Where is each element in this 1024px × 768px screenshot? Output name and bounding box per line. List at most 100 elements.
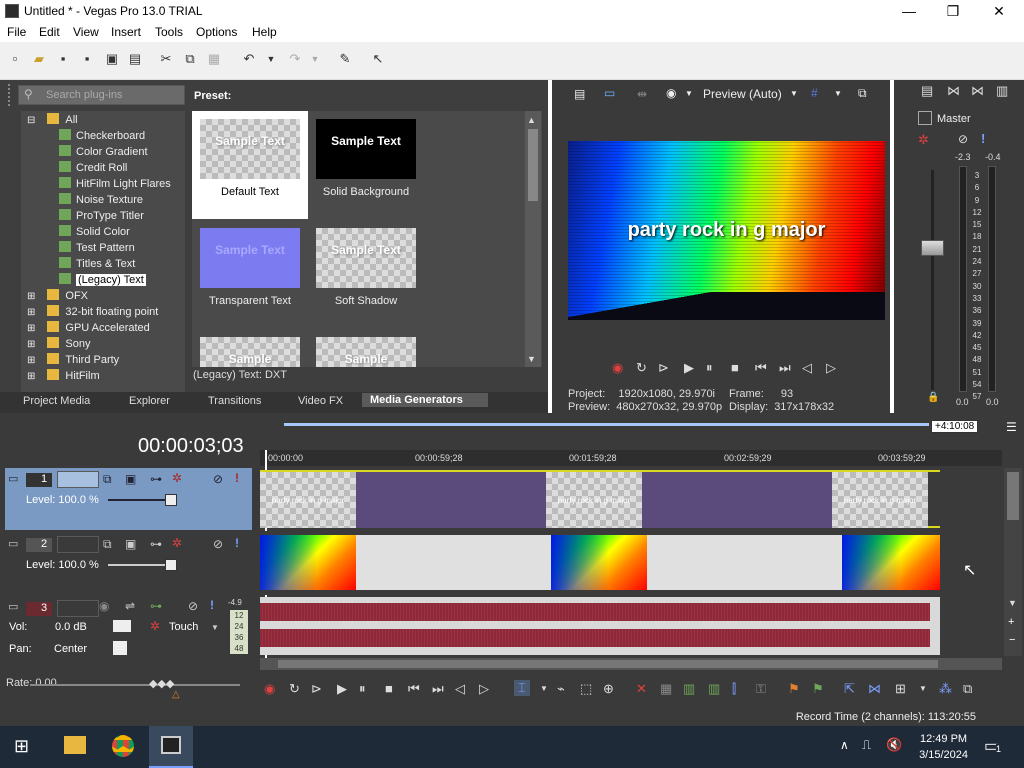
undo-icon[interactable]: ↶ (240, 50, 258, 68)
gradient-event[interactable] (551, 535, 647, 590)
tree-plugin[interactable]: (Legacy) Text (59, 273, 146, 286)
expand-icon[interactable]: ⊞ (27, 323, 35, 334)
tree-plugin[interactable]: Checkerboard (59, 129, 145, 142)
scroll-down-icon[interactable]: ▼ (527, 354, 536, 364)
timeline-overview-bar[interactable] (284, 423, 929, 426)
timeline-menu-icon[interactable]: ☰ (1006, 420, 1017, 434)
tree-plugin[interactable]: Test Pattern (59, 241, 135, 254)
ripple-dropdown-icon[interactable]: ▼ (919, 684, 927, 693)
zoom-out-icon[interactable]: − (1009, 634, 1015, 646)
track-composite-icon[interactable]: ▣ (125, 537, 136, 551)
copy-snapshot-icon[interactable]: ⧉ (858, 86, 867, 101)
copy-icon[interactable]: ⧉ (181, 50, 199, 68)
rate-reset-icon[interactable]: △ (172, 689, 180, 700)
loop-icon[interactable]: ↻ (636, 360, 647, 376)
overlay-dropdown-icon[interactable]: ▼ (685, 89, 693, 98)
external-monitor-icon[interactable]: ▭ (604, 86, 615, 100)
downmix-icon[interactable]: ⋈ (947, 83, 960, 99)
menu-options[interactable]: Options (196, 25, 237, 39)
grid-icon[interactable]: # (811, 86, 818, 100)
purple-event[interactable] (642, 472, 832, 528)
automation-mode[interactable]: Touch (169, 621, 198, 633)
level-slider-handle[interactable] (165, 494, 177, 506)
solo-icon[interactable]: ! (981, 131, 985, 146)
stop-icon[interactable]: ■ (385, 681, 393, 696)
save-icon[interactable]: ▪ (54, 50, 72, 68)
render-icon[interactable]: ▣ (103, 50, 121, 68)
tree-plugin[interactable]: Noise Texture (59, 193, 143, 206)
automation-icon[interactable]: ✲ (150, 619, 160, 633)
network-icon[interactable]: ⎍ (862, 737, 871, 753)
timeline-ruler[interactable]: 00:00:00 00:00:59;28 00:01:59;28 00:02:5… (260, 450, 1002, 466)
preview-properties-icon[interactable]: ▤ (574, 87, 585, 101)
track-solo-icon[interactable]: ! (235, 471, 239, 485)
trim-end-icon[interactable]: ▥ (708, 681, 720, 697)
open-folder-icon[interactable]: ▰ (30, 50, 48, 68)
tree-plugin[interactable]: Titles & Text (59, 257, 135, 270)
preset-item[interactable]: Sample Text Soft Shadow (308, 220, 424, 328)
track-fx-icon[interactable]: ✲ (172, 536, 182, 550)
tab-project-media[interactable]: Project Media (23, 395, 90, 407)
rate-slider[interactable] (30, 684, 240, 686)
insert-region-icon[interactable]: ⚑ (812, 681, 824, 697)
next-frame-icon[interactable]: ▷ (826, 360, 836, 376)
track-composite-icon[interactable]: ▣ (125, 472, 136, 486)
track-fx-icon[interactable]: ✲ (172, 471, 182, 485)
ignore-grouping-icon[interactable]: ⧉ (963, 681, 972, 697)
dim-output-icon[interactable]: ⋈ (971, 83, 984, 99)
gradient-event[interactable] (260, 535, 356, 590)
snapping-icon[interactable]: ⇱ (844, 681, 855, 697)
menu-help[interactable]: Help (252, 25, 277, 39)
prev-frame-icon[interactable]: ◁ (455, 681, 465, 697)
track-mute-icon[interactable]: ⊘ (213, 537, 223, 551)
volume-slider-handle[interactable] (113, 620, 131, 632)
tree-folder[interactable]: ⊞ GPU Accelerated (27, 321, 150, 334)
tree-plugin[interactable]: Solid Color (59, 225, 130, 238)
record-icon[interactable]: ◉ (264, 681, 275, 697)
invert-phase-icon[interactable]: ⇌ (125, 599, 135, 613)
expand-icon[interactable]: ⊞ (27, 307, 35, 318)
automation-dropdown-icon[interactable]: ▼ (211, 623, 219, 632)
preset-item[interactable]: Sample Text Default Text (192, 111, 308, 219)
scroll-up-icon[interactable]: ▲ (527, 115, 536, 125)
quality-dropdown-icon[interactable]: ▼ (790, 89, 798, 98)
go-to-end-icon[interactable]: ⏭ (779, 360, 791, 376)
tree-folder[interactable]: ⊟ All (27, 113, 78, 126)
scroll-down-icon[interactable]: ▼ (1008, 598, 1017, 608)
fx-brush-icon[interactable]: ✎ (336, 50, 354, 68)
play-icon[interactable]: ▶ (337, 681, 347, 697)
empty-event[interactable] (356, 535, 551, 590)
preset-item[interactable]: Sample Text Transparent Text (192, 220, 308, 328)
tree-plugin[interactable]: HitFilm Light Flares (59, 177, 171, 190)
bus-fx-icon[interactable]: ✲ (918, 132, 929, 148)
empty-event[interactable] (647, 535, 842, 590)
tab-video-fx[interactable]: Video FX (298, 395, 343, 407)
collapse-icon[interactable]: ⊟ (27, 115, 35, 126)
preset-item[interactable]: Sample Text Solid Background (308, 111, 424, 219)
tab-transitions[interactable]: Transitions (208, 395, 261, 407)
preset-item[interactable]: Sample (192, 329, 308, 367)
prev-frame-icon[interactable]: ◁ (802, 360, 812, 376)
track-header-3[interactable]: ▭ 3 ◉ ⇌ ⊶ ⊘ ! -4.9 12 24 36 48 Vol: 0.0 … (5, 597, 252, 657)
expand-icon[interactable]: ⊞ (27, 291, 35, 302)
timeline-vertical-scrollbar[interactable]: ▼ + − (1004, 468, 1022, 656)
vegas-taskbar-button[interactable] (149, 726, 193, 768)
expand-icon[interactable]: ⊞ (27, 355, 35, 366)
plugin-tree[interactable]: ⊟ All Checkerboard Color Gradient Credit Rol… (21, 111, 185, 393)
tree-folder[interactable]: ⊞ OFX (27, 289, 88, 302)
tree-folder[interactable]: ⊞ 32-bit floating point (27, 305, 158, 318)
track-lane-3[interactable] (260, 597, 940, 655)
track-lane-2[interactable] (260, 531, 940, 595)
menu-view[interactable]: View (73, 25, 99, 39)
lock-envelopes-icon[interactable]: ⁂ (939, 681, 952, 697)
save-as-icon[interactable]: ▪ (78, 50, 96, 68)
track-solo-icon[interactable]: ! (210, 598, 214, 612)
go-to-start-icon[interactable]: ⏮ (755, 360, 767, 376)
redo-icon[interactable]: ↷ (286, 50, 304, 68)
system-clock[interactable]: 12:49 PM 3/15/2024 (919, 731, 968, 763)
tree-folder[interactable]: ⊞ HitFilm (27, 369, 100, 382)
mute-icon[interactable]: ⊘ (958, 132, 968, 146)
preset-scrollbar[interactable]: ▲ ▼ (525, 111, 541, 367)
overlay-icon[interactable]: ◉ (666, 86, 676, 100)
track-lane-1[interactable]: party rock in g major party rock in g ma… (260, 470, 940, 528)
